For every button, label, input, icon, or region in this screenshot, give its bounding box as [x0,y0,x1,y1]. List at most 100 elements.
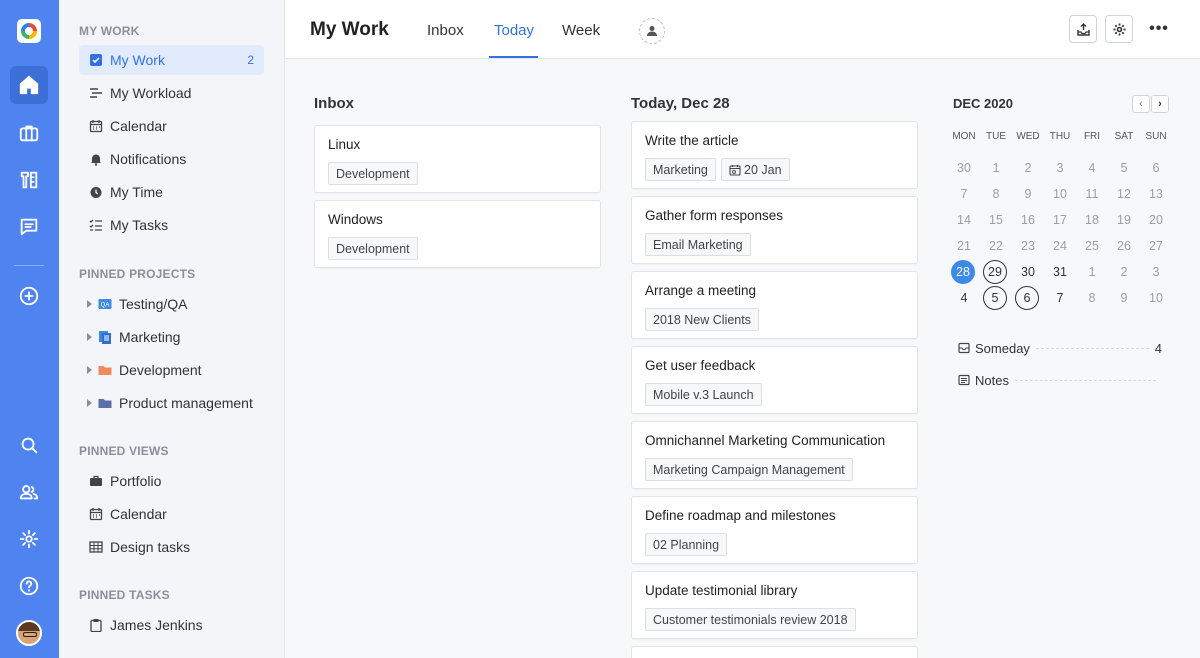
add-icon[interactable] [10,277,48,315]
calendar-day[interactable]: 21 [951,234,977,258]
project-tag[interactable]: Customer testimonials review 2018 [645,608,856,631]
calendar-day[interactable]: 27 [1143,234,1169,258]
chat-icon[interactable] [10,208,48,246]
calendar-day[interactable]: 25 [1079,234,1105,258]
export-button[interactable] [1069,15,1097,43]
calendar-day[interactable]: 7 [1047,286,1073,310]
task-card[interactable]: Write the article Marketing 20 Jan [631,121,918,189]
calendar-day[interactable]: 11 [1079,182,1105,206]
task-card[interactable]: Linux Development [314,125,601,193]
search-icon[interactable] [10,426,48,464]
calendar-day[interactable]: 17 [1047,208,1073,232]
project-tag[interactable]: Marketing Campaign Management [645,458,853,481]
calendar-day[interactable]: 19 [1111,208,1137,232]
calendar-day[interactable]: 16 [1015,208,1041,232]
calendar-day[interactable]: 2 [1111,260,1137,284]
task-card[interactable] [631,646,918,658]
sidebar-item-notifications[interactable]: Notifications [79,144,264,174]
prev-month-button[interactable]: ‹ [1132,95,1150,113]
calendar-day[interactable]: 6 [1143,156,1169,180]
calendar-day[interactable]: 13 [1143,182,1169,206]
task-card[interactable]: Omnichannel Marketing Communication Mark… [631,421,918,489]
calendar-day[interactable]: 22 [983,234,1009,258]
notes-row[interactable]: Notes [958,371,1162,389]
calendar-day[interactable]: 28 [951,260,975,284]
help-icon[interactable] [10,567,48,605]
task-card[interactable]: Update testimonial library Customer test… [631,571,918,639]
calendar-day[interactable]: 8 [1079,286,1105,310]
users-icon[interactable] [10,473,48,511]
sidebar-item-my-time[interactable]: My Time [79,177,264,207]
sidebar-item-portfolio[interactable]: Portfolio [79,466,264,496]
sidebar-item-testing-qa[interactable]: QA Testing/QA [79,289,264,319]
calendar-day[interactable]: 7 [951,182,977,206]
task-card[interactable]: Arrange a meeting 2018 New Clients [631,271,918,339]
expand-caret-icon[interactable] [87,366,92,374]
calendar-day[interactable]: 23 [1015,234,1041,258]
settings-icon[interactable] [10,520,48,558]
calendar-day[interactable]: 20 [1143,208,1169,232]
project-tag[interactable]: Development [328,237,418,260]
sidebar-item-my-workload[interactable]: My Workload [79,78,264,108]
task-card[interactable]: Gather form responses Email Marketing [631,196,918,264]
calendar-day[interactable]: 14 [951,208,977,232]
sidebar-item-my-work[interactable]: My Work 2 [79,45,264,75]
someday-row[interactable]: Someday 4 [958,339,1162,357]
user-filter-button[interactable] [639,18,665,44]
calendar-day[interactable]: 2 [1015,156,1041,180]
project-tag[interactable]: 02 Planning [645,533,728,556]
expand-caret-icon[interactable] [87,399,92,407]
calendar-day[interactable]: 5 [983,286,1007,310]
task-card[interactable]: Windows Development [314,200,601,268]
sidebar-item-product-management[interactable]: Product management [79,388,264,418]
home-icon[interactable] [10,66,48,104]
tab-inbox[interactable]: Inbox [427,22,464,39]
project-tag[interactable]: 2018 New Clients [645,308,759,331]
settings-button[interactable] [1105,15,1133,43]
sidebar-item-calendar[interactable]: Calendar [79,111,264,141]
project-tag[interactable]: Mobile v.3 Launch [645,383,762,406]
calendar-day[interactable]: 5 [1111,156,1137,180]
calendar-day[interactable]: 1 [983,156,1009,180]
tab-week[interactable]: Week [562,22,600,39]
next-month-button[interactable]: › [1151,95,1169,113]
calendar-day[interactable]: 8 [983,182,1009,206]
task-card[interactable]: Get user feedback Mobile v.3 Launch [631,346,918,414]
calendar-day[interactable]: 12 [1111,182,1137,206]
tab-today[interactable]: Today [494,22,534,39]
calendar-day[interactable]: 10 [1143,286,1169,310]
calendar-day[interactable]: 3 [1143,260,1169,284]
calendar-day[interactable]: 4 [951,286,977,310]
project-tag[interactable]: Development [328,162,418,185]
calendar-day[interactable]: 18 [1079,208,1105,232]
calendar-day[interactable]: 29 [983,260,1007,284]
app-logo[interactable] [17,19,41,43]
sidebar-item-design-tasks[interactable]: Design tasks [79,532,264,562]
calendar-day[interactable]: 9 [1111,286,1137,310]
sidebar-item-marketing[interactable]: Marketing [79,322,264,352]
calendar-day[interactable]: 30 [1015,260,1041,284]
briefcase-icon[interactable] [10,114,48,152]
sidebar-item-development[interactable]: Development [79,355,264,385]
calendar-day[interactable]: 26 [1111,234,1137,258]
calendar-day[interactable]: 15 [983,208,1009,232]
user-avatar[interactable] [16,620,42,646]
calendar-day[interactable]: 3 [1047,156,1073,180]
calendar-day[interactable]: 30 [951,156,977,180]
due-date-tag[interactable]: 20 Jan [721,158,790,181]
expand-caret-icon[interactable] [87,300,92,308]
calendar-day[interactable]: 9 [1015,182,1041,206]
project-tag[interactable]: Marketing [645,158,716,181]
calendar-day[interactable]: 10 [1047,182,1073,206]
calendar-day[interactable]: 4 [1079,156,1105,180]
sidebar-item-james-jenkins[interactable]: James Jenkins [79,610,264,640]
task-card[interactable]: Define roadmap and milestones 02 Plannin… [631,496,918,564]
expand-caret-icon[interactable] [87,333,92,341]
sidebar-item-calendar-view[interactable]: Calendar [79,499,264,529]
tools-icon[interactable] [10,161,48,199]
calendar-day[interactable]: 31 [1047,260,1073,284]
project-tag[interactable]: Email Marketing [645,233,751,256]
more-options-icon[interactable]: ••• [1145,15,1173,43]
calendar-day[interactable]: 24 [1047,234,1073,258]
calendar-day[interactable]: 1 [1079,260,1105,284]
